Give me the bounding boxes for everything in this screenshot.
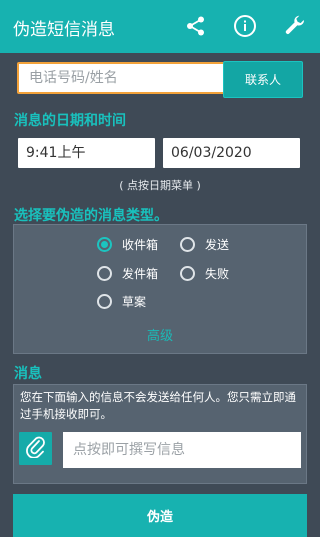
message-section-title: 消息 <box>14 366 42 382</box>
radio-label: 发件箱 <box>122 267 159 281</box>
forge-button[interactable]: 伪造 <box>13 494 307 537</box>
info-icon[interactable] <box>232 13 258 39</box>
radio-indicator <box>97 237 112 252</box>
message-note: 您在下面输入的信息不会发送给任何人。您只需立即通过手机接收即可。 <box>20 390 296 421</box>
attach-button[interactable] <box>19 432 52 465</box>
radio-indicator <box>180 266 195 281</box>
radio-indicator <box>180 237 195 252</box>
radio-draft[interactable]: 草案 <box>97 293 146 310</box>
message-type-panel: 收件箱 发送 发件箱 失败 草案 高级 <box>13 224 307 354</box>
radio-sent[interactable]: 发送 <box>180 236 229 253</box>
compose-placeholder: 点按即可撰写信息 <box>73 442 185 458</box>
message-panel: 您在下面输入的信息不会发送给任何人。您只需立即通过手机接收即可。 点按即可撰写信… <box>13 384 307 484</box>
share-icon[interactable] <box>183 13 209 39</box>
compose-input[interactable]: 点按即可撰写信息 <box>63 432 301 468</box>
radio-inbox[interactable]: 收件箱 <box>97 236 158 253</box>
radio-indicator <box>97 294 112 309</box>
date-field[interactable]: 06/03/2020 <box>163 138 300 168</box>
radio-label: 收件箱 <box>122 238 159 252</box>
paperclip-icon <box>25 436 46 462</box>
time-field[interactable]: 9:41上午 <box>18 138 155 168</box>
date-hint: ( 点按日期菜单 ) <box>119 179 201 192</box>
recipient-input[interactable]: 电话号码/姓名 <box>17 62 227 94</box>
message-type-section-title: 选择要伪造的消息类型。 <box>14 208 168 224</box>
radio-indicator <box>97 266 112 281</box>
contacts-button[interactable]: 联系人 <box>223 61 303 98</box>
datetime-section-title: 消息的日期和时间 <box>14 113 126 129</box>
radio-outbox[interactable]: 发件箱 <box>97 265 158 282</box>
recipient-placeholder: 电话号码/姓名 <box>29 70 118 86</box>
app-title: 伪造短信消息 <box>13 20 115 40</box>
radio-label: 发送 <box>205 238 230 252</box>
wrench-icon[interactable] <box>282 13 308 39</box>
radio-label: 草案 <box>122 295 147 309</box>
app-bar: 伪造短信消息 <box>0 0 320 53</box>
advanced-link[interactable]: 高级 <box>14 325 306 344</box>
radio-failed[interactable]: 失败 <box>180 265 229 282</box>
radio-label: 失败 <box>205 267 230 281</box>
